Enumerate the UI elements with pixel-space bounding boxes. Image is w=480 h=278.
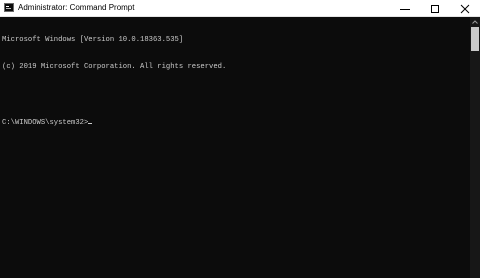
cmd-icon[interactable] xyxy=(4,3,14,12)
prompt-line: C:\WINDOWS\system32> xyxy=(2,119,470,128)
maximize-icon xyxy=(431,4,439,13)
vertical-scrollbar[interactable] xyxy=(470,17,480,278)
maximize-button[interactable] xyxy=(420,0,450,17)
console-line: Microsoft Windows [Version 10.0.18363.53… xyxy=(2,35,184,44)
chevron-up-icon xyxy=(472,19,478,24)
title-bar[interactable]: Administrator: Command Prompt xyxy=(0,0,480,17)
scroll-up-button[interactable] xyxy=(470,17,480,26)
console-line: (c) 2019 Microsoft Corporation. All righ… xyxy=(2,63,227,72)
window-controls xyxy=(390,0,480,17)
window-title: Administrator: Command Prompt xyxy=(18,3,135,12)
minimize-icon xyxy=(400,8,410,10)
text-cursor xyxy=(88,123,93,125)
prompt-text: C:\WINDOWS\system32> xyxy=(2,119,89,128)
command-prompt-window: Administrator: Command Prompt Microsoft xyxy=(0,0,480,278)
close-icon xyxy=(460,4,470,13)
console-output[interactable]: Microsoft Windows [Version 10.0.18363.53… xyxy=(0,17,470,278)
scrollbar-thumb[interactable] xyxy=(471,27,479,51)
close-button[interactable] xyxy=(450,0,480,17)
minimize-button[interactable] xyxy=(390,0,420,17)
